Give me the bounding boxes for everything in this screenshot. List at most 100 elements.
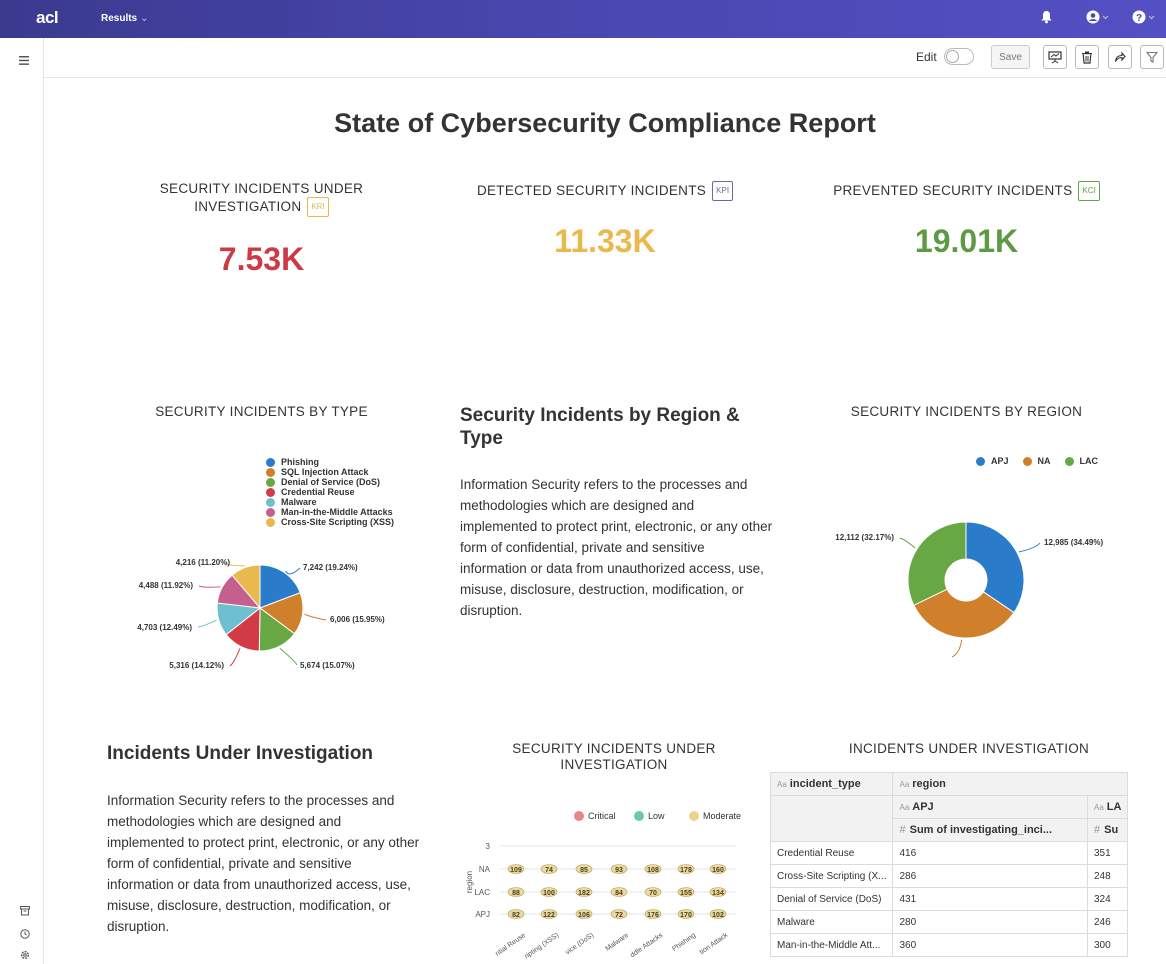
- app-logo[interactable]: acl: [36, 8, 59, 28]
- col-header-incident-type[interactable]: Aa incident_type: [769, 772, 894, 796]
- legend-item[interactable]: LAC: [1064, 456, 1099, 466]
- bubble-value: 74: [545, 867, 553, 874]
- legend-item[interactable]: APJ: [976, 456, 1009, 466]
- legend-item[interactable]: NA: [1022, 456, 1051, 466]
- breadcrumb-results[interactable]: Results ⌄: [101, 13, 149, 24]
- legend-swatch: [976, 456, 985, 466]
- data-label: 6,006 (15.95%): [330, 615, 385, 624]
- bubble-value: 134: [712, 890, 724, 897]
- x-tick-label: vice (DoS): [564, 932, 595, 956]
- by-type-pie-chart: 7,242 (19.24%) 6,006 (15.95%) 5,674 (15.07…: [137, 558, 385, 670]
- data-label: 7,242 (19.24%): [303, 563, 358, 572]
- filter-button[interactable]: [1140, 45, 1164, 69]
- legend-label: SQL Injection Attack: [281, 467, 369, 477]
- share-button[interactable]: [1108, 45, 1132, 69]
- header-label: Su: [1104, 824, 1119, 836]
- save-button[interactable]: Save: [991, 45, 1030, 69]
- legend-label: APJ: [991, 456, 1009, 466]
- settings-icon[interactable]: [20, 950, 30, 963]
- legend-label: NA: [1037, 456, 1051, 466]
- archive-icon[interactable]: [20, 906, 30, 919]
- left-rail: [0, 38, 44, 964]
- legend-swatch: [1022, 456, 1032, 466]
- delete-button[interactable]: [1075, 45, 1099, 69]
- legend-item[interactable]: Phishing: [266, 457, 394, 467]
- table-row: Malware 280 246: [769, 910, 1129, 934]
- legend-label: LAC: [1079, 456, 1099, 466]
- help-icon[interactable]: ?: [1132, 10, 1162, 28]
- col-header-apj[interactable]: Aa APJ: [892, 795, 1088, 819]
- table-row: Cross-Site Scripting (X... 286 248: [769, 864, 1129, 888]
- leader-line: [951, 639, 963, 658]
- measure-header[interactable]: # Su: [1086, 818, 1129, 842]
- legend-item[interactable]: SQL Injection Attack: [266, 467, 394, 477]
- cell-type: Malware: [769, 910, 894, 934]
- edit-label: Edit: [916, 50, 937, 64]
- bell-icon[interactable]: [1040, 10, 1053, 27]
- kpi-label-text: SECURITY INCIDENTS UNDER INVESTIGATION: [159, 181, 364, 214]
- col-header-la[interactable]: Aa LA: [1086, 795, 1129, 819]
- bubble-value: 102: [712, 912, 724, 919]
- investigation-heading: Incidents Under Investigation: [107, 743, 374, 764]
- leader-line: [285, 567, 301, 575]
- bubble-value: 178: [680, 867, 692, 874]
- history-icon[interactable]: [20, 929, 30, 942]
- col-header-region[interactable]: Aa region: [892, 772, 1129, 796]
- bubble-value: 160: [712, 867, 724, 874]
- legend-swatch: [266, 497, 275, 507]
- legend-label: Cross-Site Scripting (XSS): [281, 517, 395, 527]
- bubble-value: 176: [647, 912, 659, 919]
- legend-swatch: [574, 811, 584, 821]
- kpi-value-investigation: 7.53K: [218, 241, 305, 277]
- cell-apj: 286: [892, 864, 1088, 888]
- legend-item[interactable]: Man-in-the-Middle Attacks: [266, 507, 394, 517]
- present-button[interactable]: [1043, 45, 1067, 69]
- legend-item[interactable]: Cross-Site Scripting (XSS): [266, 517, 394, 527]
- edit-toggle[interactable]: [944, 48, 974, 65]
- bubble-value: 72: [615, 912, 623, 919]
- by-type-title: SECURITY INCIDENTS BY TYPE: [155, 404, 368, 419]
- legend-label: Credential Reuse: [281, 487, 355, 497]
- cell-lac: 248: [1086, 864, 1129, 888]
- empty-header-cell: [769, 795, 894, 842]
- breadcrumb-label: Results: [101, 13, 138, 24]
- bubble-value: 108: [647, 867, 659, 874]
- region-type-heading: Security Incidents by Region & Type: [460, 405, 740, 449]
- share-icon: [1114, 51, 1126, 62]
- y-axis-label: region: [465, 871, 474, 893]
- y-tick-label: NA: [479, 865, 491, 874]
- chevron-down-icon: ⌄: [140, 13, 149, 24]
- data-label: 4,703 (12.49%): [137, 623, 192, 632]
- bubble-chart-title: SECURITY INCIDENTS UNDER INVESTIGATION: [512, 741, 716, 772]
- kpi-label-prevented: PREVENTED SECURITY INCIDENTS KCI: [814, 181, 1119, 201]
- data-label: 4,216 (11.20%): [176, 558, 231, 567]
- number-type-icon: #: [1093, 824, 1101, 836]
- top-bar: acl Results ⌄ ?: [0, 0, 1166, 38]
- menu-icon[interactable]: [19, 53, 29, 68]
- legend-item[interactable]: Denial of Service (DoS): [266, 477, 394, 487]
- bubble-value: 106: [578, 912, 590, 919]
- kpi-label-investigation: SECURITY INCIDENTS UNDER INVESTIGATION K…: [134, 181, 389, 217]
- trash-icon: [1082, 51, 1092, 64]
- bubble-value: 122: [543, 912, 555, 919]
- measure-header[interactable]: # Sum of investigating_inci...: [892, 818, 1088, 842]
- bubble-value: 155: [680, 890, 692, 897]
- legend-item[interactable]: Malware: [266, 497, 394, 507]
- user-icon[interactable]: [1086, 10, 1110, 28]
- x-tick-label: Phishing: [671, 932, 697, 953]
- legend-label: Moderate: [703, 811, 741, 821]
- data-label: 12,112 (32.17%): [835, 533, 894, 542]
- legend-label: Malware: [281, 497, 317, 507]
- x-tick-label: ripting (XSS): [524, 932, 561, 960]
- header-label: Sum of investigating_inci...: [909, 824, 1053, 836]
- leader-line: [304, 613, 327, 621]
- y-tick-label: 3: [486, 842, 491, 851]
- bubble-value: 182: [578, 890, 590, 897]
- investigation-text: Information Security refers to the proce…: [107, 793, 420, 934]
- legend-item[interactable]: Credential Reuse: [266, 487, 394, 497]
- x-tick-label: ddle Attacks: [629, 932, 664, 960]
- leader-line: [198, 585, 221, 588]
- cell-apj: 280: [892, 910, 1088, 934]
- main-area: Edit Save State of Cybersecurity Complia…: [44, 38, 1166, 964]
- filter-icon: [1146, 51, 1158, 63]
